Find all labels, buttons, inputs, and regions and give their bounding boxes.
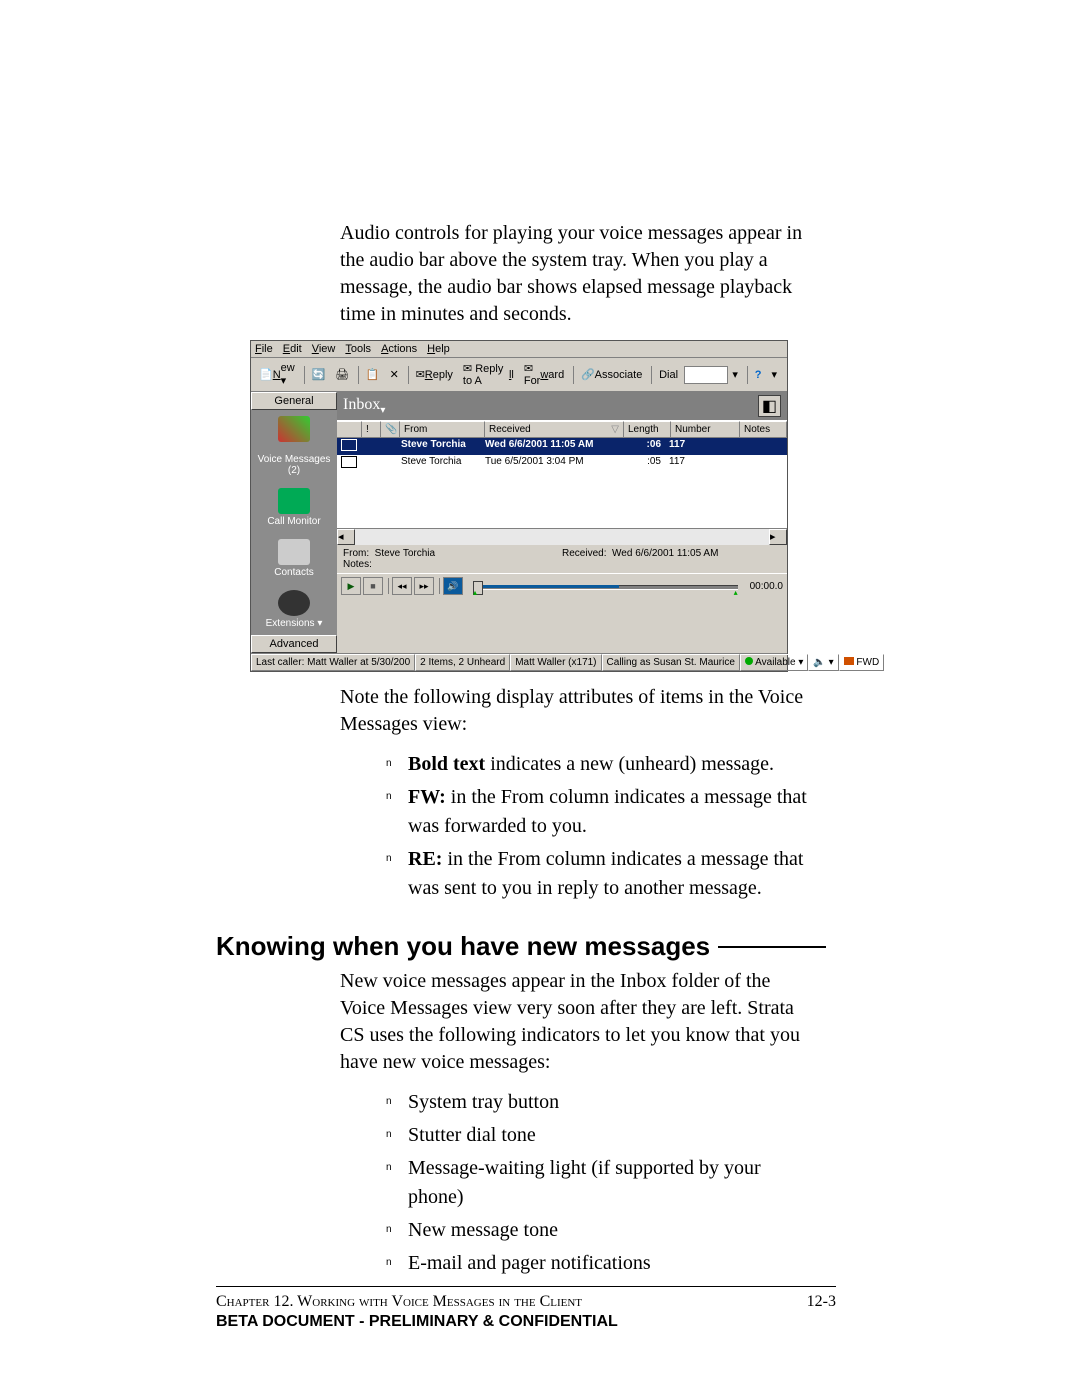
menu-file[interactable]: File [255,343,273,355]
footer-chapter: Chapter 12. Working with Voice Messages … [216,1293,582,1311]
print-icon[interactable]: 🖨 [331,367,353,382]
list-item: Message-waiting light (if supported by y… [386,1154,816,1212]
rewind-button[interactable]: ◂◂ [392,577,412,595]
reply-button[interactable]: ✉ Reply [412,367,457,382]
list-item: New message tone [386,1216,816,1245]
contacts-icon [278,539,310,565]
sidebar-header-general[interactable]: General [251,392,337,410]
sidebar-item-call-monitor[interactable]: Call Monitor [251,482,337,533]
menu-bar: File Edit View Tools Actions Help [251,341,787,358]
folder-options-icon[interactable]: ◧ [758,395,781,417]
footer-confidential: BETA DOCUMENT - PRELIMINARY & CONFIDENTI… [216,1313,836,1331]
stop-button[interactable]: ■ [363,577,383,595]
attributes-list: Bold text indicates a new (unheard) mess… [386,750,816,903]
status-bar: Last caller: Matt Waller at 5/30/200 2 I… [251,653,787,671]
status-volume-icon[interactable]: 🔈 ▾ [808,654,838,671]
envelope-icon [341,456,357,468]
audio-bar: ▶ ■ ◂◂ ▸▸ 🔊 ▴ ▴ 00:00.0 [337,573,787,598]
col-received[interactable]: Received▽ [485,421,624,438]
detail-from-value: Steve Torchia [375,548,435,559]
status-extension: Matt Waller (x171) [510,654,601,671]
toolbar: 📄 New ▾ 🔄 🖨 📋 ✕ ✉ Reply ✉ Reply to All ✉… [251,358,787,392]
reply-all-button[interactable]: ✉ Reply to All [459,361,518,388]
section-heading: Knowing when you have new messages [216,931,826,962]
sidebar-item-extensions[interactable]: Extensions ▾ [251,584,337,635]
col-from[interactable]: From [400,421,485,438]
col-icon[interactable] [337,421,362,438]
menu-actions[interactable]: Actions [381,343,417,355]
dial-input[interactable] [684,366,728,384]
menu-help[interactable]: Help [427,343,450,355]
forward-button[interactable]: ✉ Forward [520,361,568,388]
scroll-left-icon[interactable]: ◂ [337,529,355,545]
col-number[interactable]: Number [671,421,740,438]
dial-label: Dial [655,368,682,382]
column-headers: ! 📎 From Received▽ Length Number Notes [337,420,787,438]
status-availability[interactable]: Available ▾ [740,654,808,671]
list-item: E-mail and pager notifications [386,1249,816,1278]
menu-view[interactable]: View [312,343,336,355]
note-intro: Note the following display attributes of… [340,684,814,738]
call-monitor-icon [278,488,310,514]
horizontal-scrollbar[interactable]: ◂ ▸ [337,528,787,545]
toolbar-overflow-icon[interactable]: ▾ [767,367,781,382]
available-icon [745,657,753,665]
sidebar-item-voice-messages[interactable]: Voice Messages (2) [251,450,337,482]
list-item: RE: in the From column indicates a messa… [386,845,816,903]
forward-icon [844,657,854,665]
new-button[interactable]: 📄 New ▾ [255,361,299,388]
indicators-list: System tray button Stutter dial tone Mes… [386,1088,816,1278]
status-calling-as: Calling as Susan St. Maurice [602,654,740,671]
extensions-icon [278,590,310,616]
sidebar: General Voice Messages (2) Call Monitor … [251,392,337,653]
status-fwd[interactable]: FWD [839,654,885,671]
page-footer: Chapter 12. Working with Voice Messages … [216,1286,836,1331]
col-priority[interactable]: ! [362,421,381,438]
list-item: Stutter dial tone [386,1121,816,1150]
dial-dropdown-icon[interactable]: ▾ [728,367,742,382]
scroll-right-icon[interactable]: ▸ [769,529,787,545]
menu-edit[interactable]: Edit [283,343,302,355]
status-items: 2 Items, 2 Unheard [415,654,510,671]
col-attach[interactable]: 📎 [381,421,400,438]
sidebar-item-overview[interactable] [251,410,337,450]
folder-title-bar: Inbox▾ ◧ [337,392,787,420]
table-row[interactable]: Steve Torchia Tue 6/5/2001 3:04 PM :05 1… [337,455,787,472]
list-item: Bold text indicates a new (unheard) mess… [386,750,816,779]
sidebar-item-contacts[interactable]: Contacts [251,533,337,584]
app-screenshot: File Edit View Tools Actions Help 📄 New … [250,340,788,672]
refresh-icon[interactable]: 🔄 [307,367,329,382]
play-button[interactable]: ▶ [341,577,361,595]
delete-icon[interactable]: ✕ [386,367,403,382]
help-icon[interactable]: ? [751,368,766,382]
copy-icon[interactable]: 📋 [362,367,384,382]
fast-forward-button[interactable]: ▸▸ [414,577,434,595]
playback-slider[interactable]: ▴ ▴ [473,579,738,593]
envelope-icon [341,439,357,451]
list-item: System tray button [386,1088,816,1117]
overview-icon [278,416,310,442]
status-last-caller: Last caller: Matt Waller at 5/30/200 [251,654,415,671]
detail-received-value: Wed 6/6/2001 11:05 AM [612,548,718,559]
menu-tools[interactable]: Tools [345,343,371,355]
folder-title: Inbox▾ [343,396,385,416]
audio-time: 00:00.0 [750,581,783,592]
detail-from-label: From: [343,548,369,559]
list-item: FW: in the From column indicates a messa… [386,783,816,841]
col-notes[interactable]: Notes [740,421,787,438]
associate-button[interactable]: 🔗 Associate [577,367,646,382]
detail-pane: From: Steve Torchia Notes: Received: Wed… [337,545,787,573]
speaker-button[interactable]: 🔊 [443,577,463,595]
paragraph-new-messages: New voice messages appear in the Inbox f… [340,968,814,1076]
intro-paragraph: Audio controls for playing your voice me… [340,220,814,328]
footer-page-number: 12-3 [807,1293,836,1311]
message-list: Steve Torchia Wed 6/6/2001 11:05 AM :06 … [337,438,787,528]
sidebar-header-advanced[interactable]: Advanced [251,635,337,653]
col-length[interactable]: Length [624,421,671,438]
table-row[interactable]: Steve Torchia Wed 6/6/2001 11:05 AM :06 … [337,438,787,455]
detail-notes-label: Notes: [343,559,372,570]
detail-received-label: Received: [562,548,606,559]
